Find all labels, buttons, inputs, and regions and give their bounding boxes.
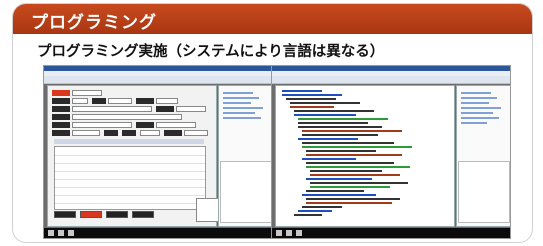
- code-editor-screenshot: [271, 65, 511, 239]
- start-icon: [276, 230, 282, 236]
- form-popup: [196, 198, 220, 222]
- app-icon: [296, 230, 302, 236]
- form-data-grid: [54, 146, 206, 210]
- slide-title: プログラミング: [31, 13, 157, 33]
- taskbar: [44, 228, 274, 238]
- start-icon: [48, 230, 54, 236]
- solution-explorer-pane: [456, 85, 510, 227]
- window-toolbar: [44, 76, 274, 84]
- app-icon: [68, 230, 74, 236]
- properties-pane: [458, 161, 510, 223]
- form-designer-screenshot: [43, 65, 275, 239]
- code-editor: [275, 85, 455, 227]
- properties-pane: [220, 161, 272, 223]
- window-toolbar: [272, 76, 510, 84]
- slide: プログラミング プログラミング実施（システムにより言語は異なる）: [12, 3, 533, 243]
- search-icon: [58, 230, 64, 236]
- form-canvas: [47, 85, 220, 227]
- solution-explorer-pane: [218, 85, 274, 227]
- form-tab-strip: [54, 139, 204, 144]
- taskbar: [272, 228, 510, 238]
- slide-subtitle: プログラミング実施（システムにより言語は異なる）: [37, 44, 385, 60]
- slide-header: プログラミング: [13, 4, 532, 34]
- search-icon: [286, 230, 292, 236]
